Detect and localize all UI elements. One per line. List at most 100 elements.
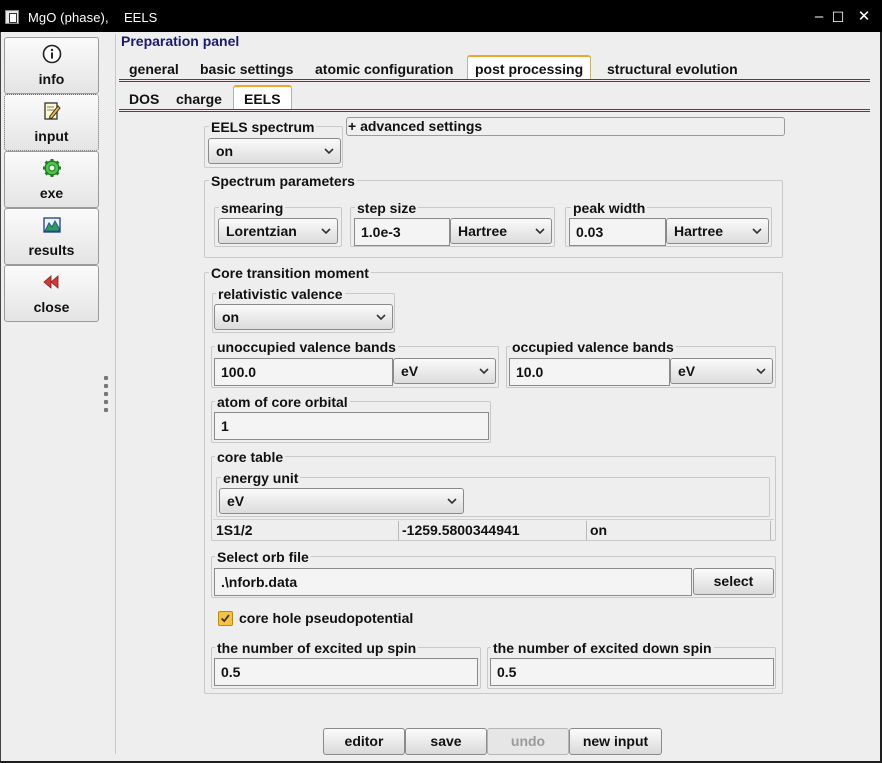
- unoccupied-bands-title: unoccupied valence bands: [215, 339, 398, 355]
- chevron-down-icon: [752, 228, 762, 235]
- subtab-dos[interactable]: DOS: [123, 87, 165, 111]
- table-column-divider: [586, 521, 587, 540]
- sidebar-close-button[interactable]: close: [4, 265, 99, 322]
- eels-spectrum-value: on: [216, 143, 234, 159]
- editor-button[interactable]: editor: [323, 728, 405, 755]
- window-subtitle: EELS: [124, 10, 158, 25]
- subtab-charge[interactable]: charge: [170, 87, 228, 111]
- splitter-grip[interactable]: [104, 384, 108, 388]
- close-window-button[interactable]: ✕: [855, 8, 873, 26]
- relativistic-valence-value: on: [222, 309, 240, 325]
- rewind-icon: [43, 275, 59, 289]
- advanced-settings-toggle[interactable]: + advanced settings: [346, 117, 785, 136]
- relativistic-valence-title: relativistic valence: [216, 286, 345, 302]
- tab-basic-settings[interactable]: basic settings: [194, 57, 299, 81]
- sidebar-input-label: input: [34, 128, 69, 144]
- core-hole-label: core hole pseudopotential: [239, 610, 414, 626]
- core-transition-title: Core transition moment: [209, 265, 371, 281]
- sidebar-close-label: close: [33, 299, 70, 315]
- sidebar-exe-label: exe: [39, 185, 64, 201]
- relativistic-valence-select[interactable]: on: [214, 304, 393, 330]
- step-size-unit-select[interactable]: Hartree: [450, 218, 552, 244]
- chevron-down-icon: [376, 314, 386, 321]
- subtab-separator: [119, 109, 870, 112]
- tab-atomic-configuration[interactable]: atomic configuration: [309, 57, 459, 81]
- smearing-value: Lorentzian: [226, 223, 297, 239]
- sidebar-exe-button[interactable]: exe: [4, 151, 99, 208]
- peak-width-title: peak width: [571, 200, 648, 216]
- peak-width-input[interactable]: 0.03: [569, 218, 666, 246]
- splitter-grip[interactable]: [104, 376, 108, 380]
- splitter-grip[interactable]: [104, 408, 108, 412]
- table-cell-energy: -1259.5800344941: [402, 522, 520, 538]
- excited-down-spin-title: the number of excited down spin: [491, 640, 714, 656]
- energy-unit-value: eV: [227, 493, 245, 509]
- panel-divider: [115, 34, 116, 754]
- splitter-grip[interactable]: [104, 400, 108, 404]
- orb-file-title: Select orb file: [215, 549, 311, 565]
- save-button[interactable]: save: [405, 728, 487, 755]
- smearing-select[interactable]: Lorentzian: [218, 218, 338, 244]
- check-icon: [220, 614, 230, 623]
- step-size-input[interactable]: 1.0e-3: [354, 218, 450, 246]
- step-size-title: step size: [355, 200, 419, 216]
- advanced-settings-label: + advanced settings: [348, 118, 483, 134]
- excited-up-spin-input[interactable]: 0.5: [214, 658, 478, 686]
- gear-icon: [43, 159, 61, 177]
- minimize-button[interactable]: –: [810, 8, 828, 26]
- atom-core-orbital-input[interactable]: 1: [214, 412, 489, 440]
- subtab-eels[interactable]: EELS: [233, 85, 292, 110]
- table-cell-state: on: [590, 522, 608, 538]
- tab-structural-evolution[interactable]: structural evolution: [601, 57, 744, 81]
- table-column-divider: [398, 521, 399, 540]
- info-icon: [42, 44, 62, 64]
- sidebar-info-button[interactable]: info: [4, 37, 99, 94]
- edit-icon: [44, 102, 61, 120]
- table-column-divider: [770, 521, 771, 540]
- eels-spectrum-select[interactable]: on: [208, 138, 341, 164]
- minimize-icon: –: [814, 8, 824, 25]
- core-table-title: core table: [215, 449, 286, 465]
- tab-general[interactable]: general: [123, 57, 185, 81]
- core-hole-checkbox[interactable]: [218, 611, 233, 626]
- table-row[interactable]: 1S1/2 -1259.5800344941 on: [213, 519, 774, 540]
- unoccupied-bands-input[interactable]: 100.0: [214, 358, 393, 386]
- step-size-unit-value: Hartree: [458, 223, 508, 239]
- energy-unit-select[interactable]: eV: [219, 488, 464, 514]
- occupied-bands-title: occupied valence bands: [510, 339, 676, 355]
- maximize-icon: ☐: [831, 9, 845, 25]
- title-bar: MgO (phase), EELS – ☐ ✕: [0, 0, 882, 32]
- window-title: MgO (phase),: [28, 10, 109, 25]
- tab-post-processing[interactable]: post processing: [467, 55, 592, 80]
- close-icon: ✕: [857, 8, 871, 25]
- chevron-down-icon: [479, 368, 489, 375]
- peak-width-unit-select[interactable]: Hartree: [666, 218, 769, 244]
- chevron-down-icon: [756, 368, 766, 375]
- splitter-grip[interactable]: [104, 392, 108, 396]
- sidebar-results-button[interactable]: results: [4, 208, 99, 265]
- eels-spectrum-title: EELS spectrum: [209, 119, 317, 135]
- chevron-down-icon: [324, 148, 334, 155]
- new-input-button[interactable]: new input: [569, 728, 662, 755]
- excited-up-spin-title: the number of excited up spin: [215, 640, 419, 656]
- spectrum-parameters-title: Spectrum parameters: [209, 173, 357, 189]
- table-cell-orbital: 1S1/2: [216, 522, 253, 538]
- sidebar-results-label: results: [28, 242, 75, 258]
- excited-down-spin-input[interactable]: 0.5: [490, 658, 774, 686]
- tab-separator: [119, 79, 870, 82]
- chevron-down-icon: [535, 228, 545, 235]
- panel-title: Preparation panel: [121, 33, 240, 49]
- orb-file-input[interactable]: .\nforb.data: [214, 568, 692, 596]
- sidebar-input-button[interactable]: input: [4, 94, 99, 151]
- unoccupied-bands-unit-select[interactable]: eV: [393, 358, 496, 384]
- chevron-down-icon: [447, 498, 457, 505]
- undo-button[interactable]: undo: [487, 728, 569, 755]
- atom-core-orbital-title: atom of core orbital: [215, 394, 350, 410]
- app-icon: [5, 10, 19, 24]
- energy-unit-title: energy unit: [221, 470, 301, 486]
- maximize-button[interactable]: ☐: [829, 8, 847, 26]
- chevron-down-icon: [321, 228, 331, 235]
- select-file-button[interactable]: select: [693, 568, 774, 595]
- occupied-bands-input[interactable]: 10.0: [509, 358, 670, 386]
- occupied-bands-unit-select[interactable]: eV: [670, 358, 773, 384]
